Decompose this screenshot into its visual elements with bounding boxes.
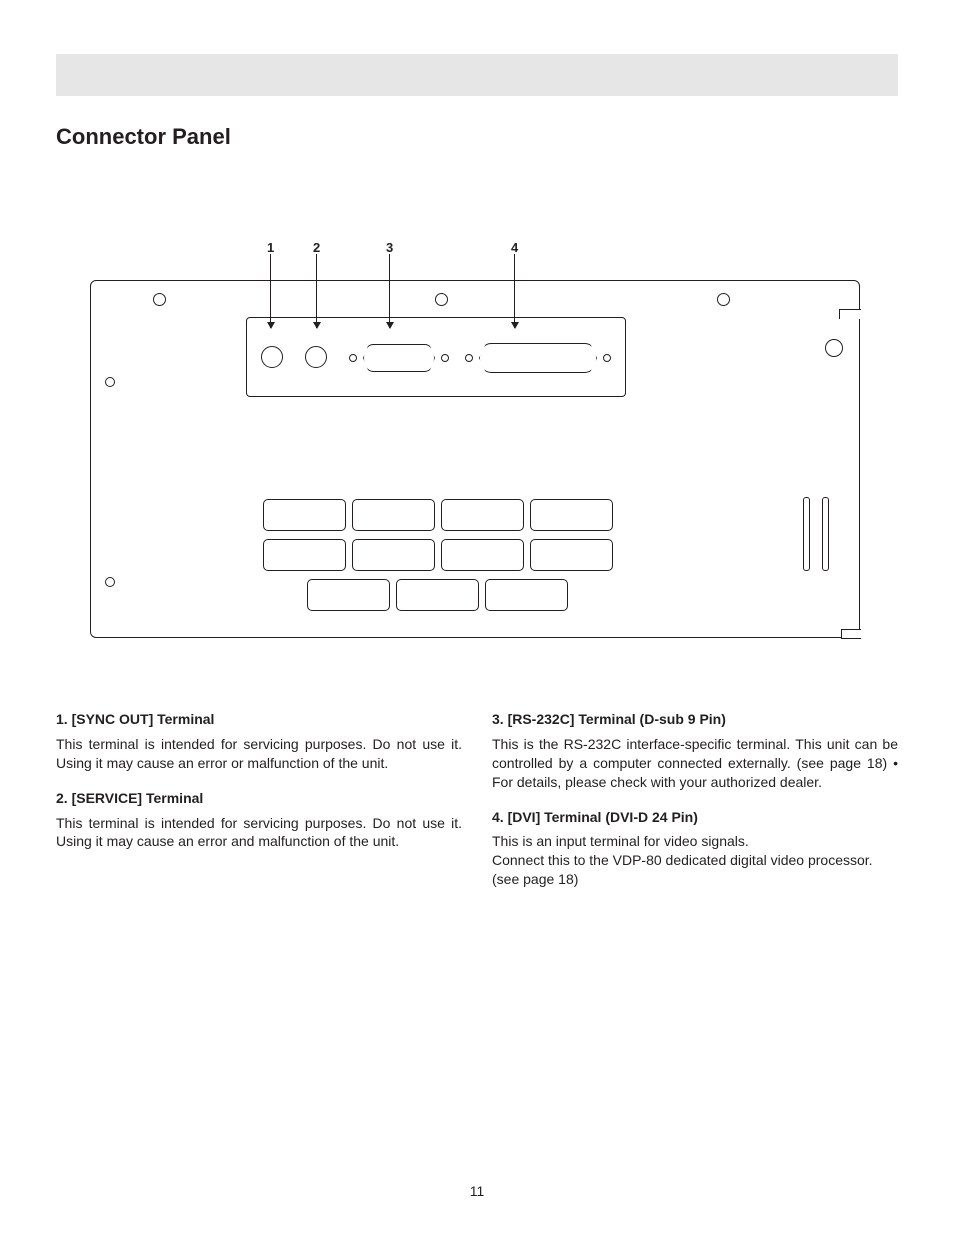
header-band [56,54,898,96]
item-2-heading: 2. [SERVICE] Terminal [56,789,462,808]
vent-icon [352,499,435,531]
vent-icon [441,539,524,571]
sync-out-terminal-icon [261,346,283,368]
callout-1: 1 [267,240,274,255]
vent-icon [352,539,435,571]
item-3-heading: 3. [RS-232C] Terminal (D-sub 9 Pin) [492,710,898,729]
section-title: Connector Panel [56,124,231,150]
item-3-body: This is the RS-232C interface-specific t… [492,735,898,792]
screw-icon [435,293,448,306]
callout-3: 3 [386,240,393,255]
callout-2: 2 [313,240,320,255]
notch-icon [839,309,861,319]
service-terminal-icon [305,346,327,368]
vent-icon [307,579,390,611]
rs232c-terminal-icon [363,344,435,372]
screw-icon [105,577,115,587]
vent-grid [263,499,613,619]
right-column: 3. [RS-232C] Terminal (D-sub 9 Pin) This… [492,706,898,905]
connector-panel-diagram: 1 2 3 4 [90,240,860,638]
item-2-body: This terminal is intended for servicing … [56,814,462,852]
item-1-heading: 1. [SYNC OUT] Terminal [56,710,462,729]
connector-plate [246,317,626,397]
vent-icon [530,499,613,531]
item-4-line1: This is an input terminal for video sign… [492,833,749,849]
item-4-line2: Connect this to the VDP-80 dedicated dig… [492,852,873,868]
notch-icon [841,629,861,639]
slot-icon [803,497,829,571]
screw-icon [105,377,115,387]
panel-outline [90,280,860,638]
vent-icon [485,579,568,611]
vent-icon [263,539,346,571]
item-4-body: This is an input terminal for video sign… [492,832,898,889]
vent-icon [396,579,479,611]
hole-icon [825,339,843,357]
item-1-body: This terminal is intended for servicing … [56,735,462,773]
vent-icon [263,499,346,531]
page-number: 11 [0,1183,954,1199]
dvi-terminal-icon [479,343,597,373]
screw-icon [153,293,166,306]
screw-icon [717,293,730,306]
description-columns: 1. [SYNC OUT] Terminal This terminal is … [56,706,898,905]
left-column: 1. [SYNC OUT] Terminal This terminal is … [56,706,462,905]
vent-icon [530,539,613,571]
item-4-line3: (see page 18) [492,871,578,887]
callout-4: 4 [511,240,518,255]
item-4-heading: 4. [DVI] Terminal (DVI-D 24 Pin) [492,808,898,827]
vent-icon [441,499,524,531]
